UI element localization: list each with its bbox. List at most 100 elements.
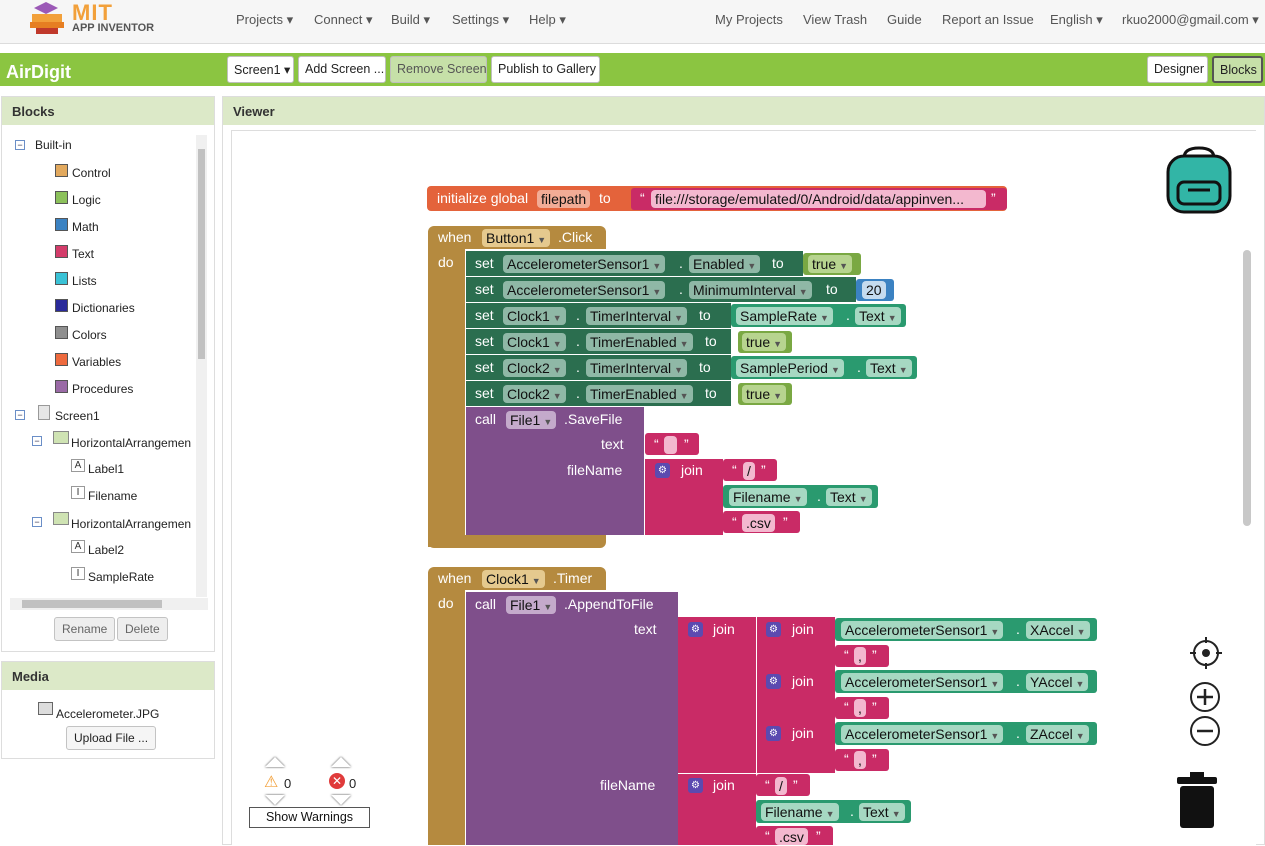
link-my-projects[interactable]: My Projects	[715, 12, 783, 27]
screen-select[interactable]: Screen1 ▾	[227, 56, 294, 83]
tree-horizontal-arrangement-1[interactable]: HorizontalArrangemen	[71, 436, 191, 450]
tree-builtin[interactable]: Built-in	[35, 138, 72, 152]
backpack-icon[interactable]	[1164, 144, 1234, 216]
menu-account[interactable]: rkuo2000@gmail.com ▾	[1122, 12, 1259, 28]
publish-gallery-button[interactable]: Publish to Gallery	[491, 56, 600, 83]
tree-horizontal-arrangement-2[interactable]: HorizontalArrangemen	[71, 517, 191, 531]
enabled-property-dropdown[interactable]: Enabled ▼	[689, 255, 761, 273]
timer-enabled-dropdown[interactable]: TimerEnabled ▼	[586, 385, 693, 403]
accel-component-dropdown[interactable]: AccelerometerSensor1 ▼	[841, 621, 1004, 639]
clock1-dropdown[interactable]: Clock1 ▼	[503, 333, 566, 351]
category-dictionaries[interactable]: Dictionaries	[72, 301, 135, 315]
timer-interval-dropdown[interactable]: TimerInterval ▼	[586, 307, 688, 325]
min-interval-property-dropdown[interactable]: MinimumInterval ▼	[689, 281, 812, 299]
collapse-screen1-icon[interactable]: −	[15, 410, 25, 420]
tree-label2[interactable]: Label2	[88, 543, 124, 557]
warnings-prev-arrow-icon[interactable]	[265, 757, 285, 767]
mutator-gear-icon[interactable]: ⚙	[766, 726, 781, 741]
collapse-arrangement1-icon[interactable]: −	[32, 436, 42, 446]
true-dropdown[interactable]: true ▼	[742, 385, 787, 403]
tree-label1[interactable]: Label1	[88, 462, 124, 476]
tree-vertical-scrollbar[interactable]	[196, 135, 207, 597]
blocks-button[interactable]: Blocks	[1212, 56, 1263, 83]
empty-text-field[interactable]	[664, 436, 677, 454]
timer-enabled-dropdown[interactable]: TimerEnabled ▼	[586, 333, 693, 351]
mutator-gear-icon[interactable]: ⚙	[688, 778, 703, 793]
collapse-arrangement2-icon[interactable]: −	[32, 517, 42, 527]
mutator-gear-icon[interactable]: ⚙	[766, 622, 781, 637]
button1-dropdown[interactable]: Button1 ▼	[482, 229, 551, 247]
link-view-trash[interactable]: View Trash	[803, 12, 867, 27]
accel-component-dropdown[interactable]: AccelerometerSensor1 ▼	[503, 255, 666, 273]
workspace-vertical-scrollbar[interactable]	[1243, 250, 1251, 526]
upload-file-button[interactable]: Upload File ...	[66, 726, 157, 750]
csv-text-field[interactable]: .csv	[742, 514, 775, 532]
filename-dropdown[interactable]: Filename ▼	[729, 488, 807, 506]
rename-button[interactable]: Rename	[54, 617, 116, 641]
tree-screen1[interactable]: Screen1	[55, 409, 100, 423]
clock2-dropdown[interactable]: Clock2 ▼	[503, 385, 566, 403]
menu-connect[interactable]: Connect ▾	[314, 12, 373, 28]
tree-samplerate[interactable]: SampleRate	[88, 570, 154, 584]
recenter-icon[interactable]	[1190, 637, 1222, 669]
menu-language[interactable]: English ▾	[1050, 12, 1103, 28]
comma-text-field[interactable]: ,	[854, 647, 866, 665]
category-procedures[interactable]: Procedures	[72, 382, 133, 396]
trash-icon[interactable]	[1176, 772, 1218, 830]
zoom-out-icon[interactable]	[1189, 715, 1221, 747]
show-warnings-button[interactable]: Show Warnings	[249, 807, 370, 828]
mutator-gear-icon[interactable]: ⚙	[766, 674, 781, 689]
zoom-in-icon[interactable]	[1189, 681, 1221, 713]
accel-component-dropdown[interactable]: AccelerometerSensor1 ▼	[841, 673, 1004, 691]
mutator-gear-icon[interactable]: ⚙	[688, 622, 703, 637]
clock2-dropdown[interactable]: Clock2 ▼	[503, 359, 566, 377]
category-colors[interactable]: Colors	[72, 328, 107, 342]
samplerate-dropdown[interactable]: SampleRate ▼	[736, 307, 833, 325]
yaccel-dropdown[interactable]: YAccel ▼	[1026, 673, 1089, 691]
category-variables[interactable]: Variables	[72, 355, 121, 369]
true-dropdown[interactable]: true ▼	[808, 255, 853, 273]
menu-projects[interactable]: Projects ▾	[236, 12, 293, 28]
text-property-dropdown[interactable]: Text ▼	[866, 359, 912, 377]
accel-component-dropdown[interactable]: AccelerometerSensor1 ▼	[503, 281, 666, 299]
comma-text-field[interactable]: ,	[854, 699, 866, 717]
category-logic[interactable]: Logic	[72, 193, 101, 207]
xaccel-dropdown[interactable]: XAccel ▼	[1026, 621, 1090, 639]
category-math[interactable]: Math	[72, 220, 99, 234]
file1-dropdown[interactable]: File1 ▼	[506, 596, 557, 614]
outer-join-block[interactable]	[678, 617, 756, 773]
slash-text-field[interactable]: /	[743, 462, 755, 480]
link-guide[interactable]: Guide	[887, 12, 922, 27]
text-property-dropdown[interactable]: Text ▼	[859, 803, 905, 821]
add-screen-button[interactable]: Add Screen ...	[298, 56, 386, 83]
timer-interval-dropdown[interactable]: TimerInterval ▼	[586, 359, 688, 377]
clock1-event-dropdown[interactable]: Clock1 ▼	[482, 570, 545, 588]
init-value-field[interactable]: file:///storage/emulated/0/Android/data/…	[651, 190, 986, 208]
warnings-next-arrow-icon[interactable]	[265, 795, 285, 805]
errors-prev-arrow-icon[interactable]	[331, 757, 351, 767]
category-text[interactable]: Text	[72, 247, 94, 261]
designer-button[interactable]: Designer	[1147, 56, 1208, 83]
mutator-gear-icon[interactable]: ⚙	[655, 463, 670, 478]
link-report-issue[interactable]: Report an Issue	[942, 12, 1034, 27]
menu-settings[interactable]: Settings ▾	[452, 12, 509, 28]
sampleperiod-dropdown[interactable]: SamplePeriod ▼	[736, 359, 844, 377]
errors-next-arrow-icon[interactable]	[331, 795, 351, 805]
menu-help[interactable]: Help ▾	[529, 12, 566, 28]
category-lists[interactable]: Lists	[72, 274, 97, 288]
menu-build[interactable]: Build ▾	[391, 12, 430, 28]
delete-button[interactable]: Delete	[117, 617, 168, 641]
tree-filename[interactable]: Filename	[88, 489, 137, 503]
collapse-builtin-icon[interactable]: −	[15, 140, 25, 150]
init-var-name[interactable]: filepath	[537, 190, 591, 208]
true-dropdown[interactable]: true ▼	[742, 333, 787, 351]
category-control[interactable]: Control	[72, 166, 111, 180]
remove-screen-button[interactable]: Remove Screen	[390, 56, 487, 83]
comma-text-field[interactable]: ,	[854, 751, 866, 769]
csv-text-field[interactable]: .csv	[775, 828, 808, 845]
filename-dropdown[interactable]: Filename ▼	[761, 803, 839, 821]
text-property-dropdown[interactable]: Text ▼	[855, 307, 901, 325]
tree-horizontal-scrollbar[interactable]	[10, 598, 208, 610]
zaccel-dropdown[interactable]: ZAccel ▼	[1026, 725, 1089, 743]
media-file-name[interactable]: Accelerometer.JPG	[56, 707, 159, 721]
